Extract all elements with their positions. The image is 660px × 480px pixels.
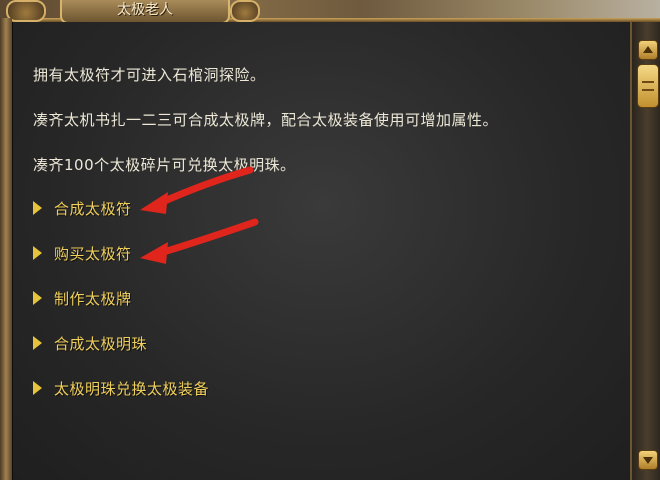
option-label: 购买太极符 [54, 244, 132, 263]
scroll-down-button[interactable] [638, 450, 658, 470]
scroll-thumb[interactable] [637, 64, 659, 108]
npc-dialog-panel: 拥有太极符才可进入石棺洞探险。 凑齐太机书扎一二三可合成太极牌，配合太极装备使用… [12, 22, 631, 480]
frame-ornament-left [6, 0, 46, 22]
option-combine-taiji-pearl[interactable]: 合成太极明珠 [33, 332, 147, 354]
option-label: 太极明珠兑换太极装备 [54, 379, 210, 398]
triangle-bullet-icon [33, 381, 42, 395]
option-label: 合成太极明珠 [54, 334, 148, 353]
triangle-bullet-icon [33, 336, 42, 350]
option-make-taiji-token[interactable]: 制作太极牌 [33, 287, 132, 309]
dialog-paragraph: 拥有太极符才可进入石棺洞探险。 [33, 66, 266, 84]
dialog-paragraph: 凑齐太机书扎一二三可合成太极牌，配合太极装备使用可增加属性。 [33, 111, 499, 129]
option-buy-taiji-talisman[interactable]: 购买太极符 [33, 242, 132, 264]
triangle-bullet-icon [33, 291, 42, 305]
option-label: 合成太极符 [54, 199, 132, 218]
npc-name-tab: 太极老人 [60, 0, 230, 24]
option-exchange-taiji-equipment[interactable]: 太极明珠兑换太极装备 [33, 377, 209, 399]
option-combine-taiji-talisman[interactable]: 合成太极符 [33, 197, 132, 219]
triangle-bullet-icon [33, 201, 42, 215]
dialog-scrollbar[interactable] [630, 22, 660, 480]
dialog-paragraph: 凑齐100个太极碎片可兑换太极明珠。 [33, 156, 296, 174]
scroll-up-button[interactable] [638, 40, 658, 60]
window-left-frame [0, 18, 12, 480]
frame-ornament-right [230, 0, 260, 22]
option-label: 制作太极牌 [54, 289, 132, 308]
triangle-bullet-icon [33, 246, 42, 260]
game-screen: 太极老人 拥有太极符才可进入石棺洞探险。 凑齐太机书扎一二三可合成太极牌，配合太… [0, 0, 660, 480]
